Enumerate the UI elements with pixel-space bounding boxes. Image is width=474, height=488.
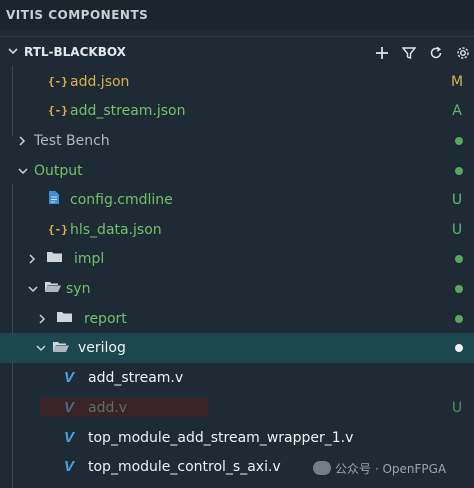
status-dot: [455, 166, 463, 175]
rtl-blackbox-section-header[interactable]: RTL-BLACKBOX: [0, 36, 474, 67]
json-file-icon: {-}: [48, 75, 68, 88]
tree-item-report[interactable]: report: [0, 304, 474, 333]
git-status-modified: M: [450, 73, 464, 90]
folder-icon: [46, 250, 66, 267]
tree-item-label: config.cmdline: [70, 191, 173, 208]
folder-open-icon: [44, 280, 64, 297]
chevron-down-icon[interactable]: [6, 45, 20, 59]
tree-item-label: report: [84, 310, 127, 327]
panel-header: VITIS COMPONENTS: [0, 0, 474, 30]
git-status-untracked: U: [451, 399, 463, 416]
watermark-text: 公众号 · OpenFPGA: [335, 461, 447, 476]
tree-item-test-bench[interactable]: Test Bench: [0, 126, 474, 155]
tree-item-hls-data-json[interactable]: {-} hls_data.json U: [0, 215, 474, 244]
panel-title: VITIS COMPONENTS: [6, 8, 149, 22]
tree-item-label: hls_data.json: [70, 221, 162, 238]
tree-item-add-stream-v[interactable]: V add_stream.v: [0, 363, 474, 392]
tree-item-verilog[interactable]: verilog: [0, 333, 474, 363]
status-dot: [455, 136, 463, 145]
tree-item-syn[interactable]: syn: [0, 274, 474, 303]
file-icon: [48, 190, 66, 209]
chevron-down-icon[interactable]: [34, 341, 48, 355]
git-status-untracked: U: [451, 191, 463, 208]
tree-item-label: top_module_add_stream_wrapper_1.v: [88, 429, 354, 446]
tree-item-label: add_stream.v: [88, 369, 184, 386]
tree-item-label: impl: [74, 250, 105, 267]
chevron-right-icon[interactable]: [36, 312, 50, 326]
chevron-right-icon[interactable]: [16, 134, 30, 148]
status-dot: [455, 284, 463, 293]
tree-item-config-cmdline[interactable]: config.cmdline U: [0, 185, 474, 214]
tree-item-output[interactable]: Output: [0, 156, 474, 185]
folder-open-icon: [52, 340, 72, 357]
status-dot: [455, 254, 463, 263]
vitis-components-panel: VITIS COMPONENTS RTL-BLACKBOX {-} add.js…: [0, 0, 474, 488]
wechat-icon: [313, 461, 331, 475]
add-icon[interactable]: [372, 43, 391, 62]
tree-item-label: Output: [34, 162, 83, 179]
filter-icon[interactable]: [399, 43, 418, 62]
section-actions: [372, 43, 472, 62]
verilog-file-icon: V: [64, 399, 75, 416]
status-dot: [455, 344, 463, 352]
chevron-down-icon[interactable]: [16, 164, 30, 178]
json-file-icon: {-}: [48, 104, 68, 117]
verilog-file-icon: V: [64, 429, 75, 446]
section-label: RTL-BLACKBOX: [24, 45, 126, 59]
status-dot: [455, 314, 463, 323]
tree-item-label: Test Bench: [34, 132, 110, 149]
tree-item-add-stream-json[interactable]: {-} add_stream.json A: [0, 96, 474, 125]
folder-icon: [56, 310, 76, 327]
tree-item-label: syn: [66, 280, 91, 297]
tree-item-label: add.json: [70, 73, 130, 90]
tree-item-label: add_stream.json: [70, 102, 186, 119]
git-status-added: A: [452, 102, 462, 119]
chevron-down-icon[interactable]: [26, 282, 40, 296]
settings-icon[interactable]: [453, 43, 472, 62]
json-file-icon: {-}: [48, 223, 68, 236]
watermark: 公众号 · OpenFPGA: [313, 458, 446, 478]
tree-item-top-module-wrapper[interactable]: V top_module_add_stream_wrapper_1.v: [0, 423, 474, 452]
refresh-icon[interactable]: [426, 43, 445, 62]
git-status-untracked: U: [451, 221, 463, 238]
tree-item-add-json[interactable]: {-} add.json M: [0, 67, 474, 96]
tree-item-label: add.v: [88, 399, 128, 416]
chevron-right-icon[interactable]: [26, 252, 40, 266]
verilog-file-icon: V: [64, 458, 75, 475]
tree-item-label: top_module_control_s_axi.v: [88, 458, 281, 475]
tree-item-impl[interactable]: impl: [0, 244, 474, 273]
tree-item-add-v[interactable]: V add.v U: [0, 393, 474, 422]
verilog-file-icon: V: [64, 369, 75, 386]
tree-item-label: verilog: [78, 340, 126, 356]
